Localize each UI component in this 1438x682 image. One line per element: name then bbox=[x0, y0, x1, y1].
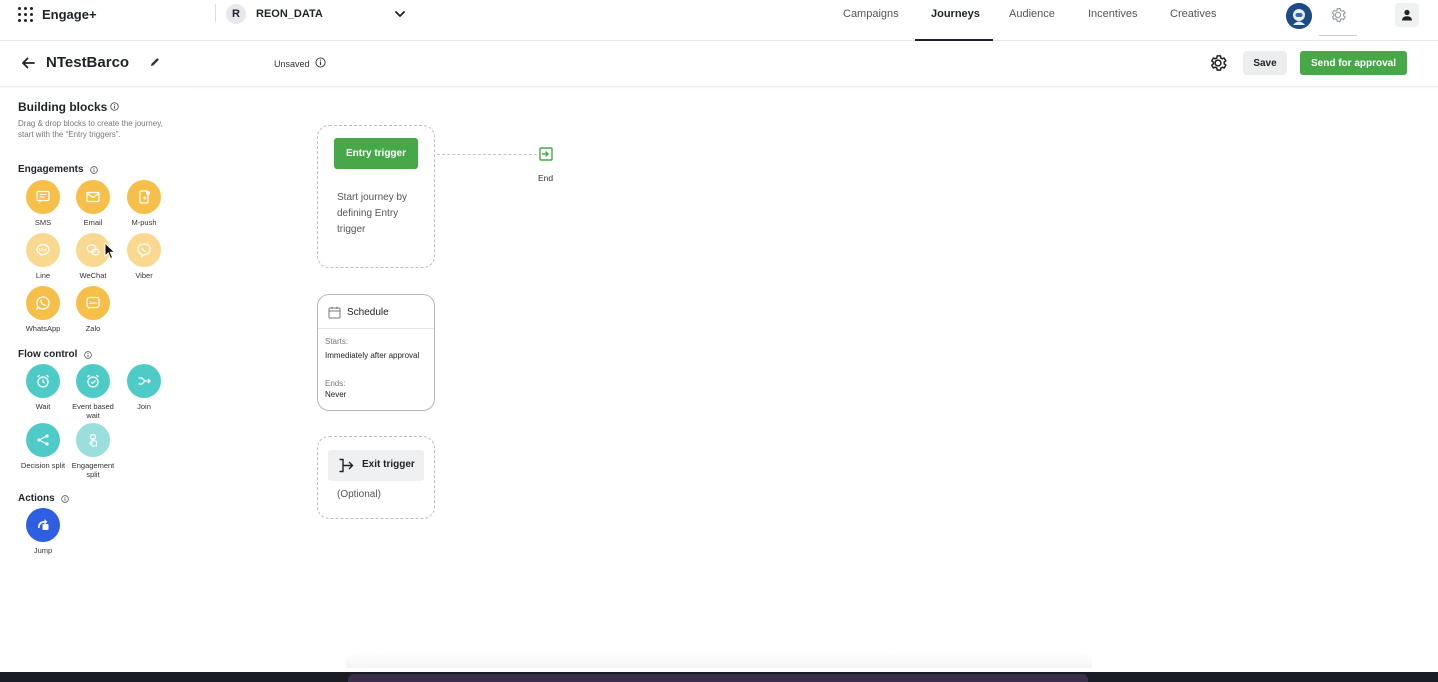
exit-trigger-button[interactable]: Exit trigger bbox=[328, 450, 424, 481]
user-icon bbox=[1402, 9, 1412, 21]
zalo-icon: Zalo bbox=[86, 296, 100, 310]
alarm-clock-icon bbox=[37, 374, 49, 388]
wechat-icon bbox=[86, 244, 100, 256]
block-label: Viber bbox=[135, 271, 153, 280]
app-grid-icon[interactable] bbox=[18, 7, 34, 23]
block-jump[interactable]: Jump bbox=[18, 508, 68, 556]
dock bbox=[348, 674, 1088, 682]
connector-line bbox=[437, 154, 537, 155]
journey-title: NTestBarco bbox=[46, 54, 130, 71]
block-label: Join bbox=[137, 402, 151, 411]
schedule-starts-label: Starts: bbox=[325, 337, 349, 346]
block-label: WeChat bbox=[79, 271, 107, 280]
exit-optional-label: (Optional) bbox=[337, 489, 381, 500]
user-profile-button[interactable] bbox=[1395, 3, 1419, 27]
block-decision-split[interactable]: Decision split bbox=[18, 423, 68, 471]
touch-split-icon bbox=[89, 433, 98, 447]
account-avatar[interactable]: R bbox=[226, 4, 246, 24]
line-icon: LINE bbox=[36, 243, 50, 257]
block-label: Engagement split bbox=[71, 461, 115, 479]
block-line[interactable]: LINE Line bbox=[18, 233, 68, 281]
block-zalo[interactable]: Zalo Zalo bbox=[68, 286, 118, 334]
svg-text:LINE: LINE bbox=[39, 248, 48, 252]
end-exit-icon[interactable] bbox=[538, 146, 554, 162]
join-icon bbox=[138, 377, 151, 385]
block-viber[interactable]: Viber bbox=[119, 233, 169, 281]
mouse-cursor-icon bbox=[104, 242, 116, 260]
panel-title: Building blocks bbox=[18, 100, 108, 114]
block-event-based-wait[interactable]: Event based wait bbox=[68, 364, 118, 420]
info-icon[interactable] bbox=[90, 166, 98, 174]
viber-icon bbox=[137, 243, 151, 258]
block-label: Email bbox=[83, 218, 103, 227]
share-split-icon bbox=[37, 434, 49, 446]
nav-tab-audience[interactable]: Audience bbox=[1009, 8, 1055, 20]
info-icon[interactable] bbox=[84, 351, 92, 359]
email-icon bbox=[86, 191, 100, 203]
svg-text:Zalo: Zalo bbox=[89, 301, 97, 305]
end-label: End bbox=[538, 173, 554, 183]
window-bottom-edge bbox=[0, 668, 1438, 672]
top-navigation-bar: Engage+ R REON_DATA Campaigns Journeys A… bbox=[0, 0, 1438, 41]
save-status: Unsaved bbox=[274, 59, 310, 69]
jump-icon bbox=[38, 519, 49, 530]
block-email[interactable]: Email bbox=[68, 180, 118, 228]
nav-tab-campaigns[interactable]: Campaigns bbox=[843, 8, 899, 20]
send-for-approval-button[interactable]: Send for approval bbox=[1300, 51, 1407, 75]
alarm-event-icon bbox=[87, 374, 99, 388]
divider bbox=[215, 4, 216, 22]
panel-description: Drag & drop blocks to create the journey… bbox=[18, 119, 163, 139]
schedule-header: Schedule bbox=[318, 295, 434, 329]
nav-tab-journeys[interactable]: Journeys bbox=[931, 8, 980, 20]
settings-gear-icon[interactable] bbox=[1329, 6, 1347, 24]
block-label: Zalo bbox=[85, 324, 101, 333]
section-title-flow-control: Flow control bbox=[18, 349, 78, 360]
schedule-ends-value: Never bbox=[325, 390, 347, 399]
nav-tab-incentives[interactable]: Incentives bbox=[1088, 8, 1138, 20]
block-label: Wait bbox=[35, 402, 51, 411]
block-label: Jump bbox=[33, 546, 53, 555]
block-wait[interactable]: Wait bbox=[18, 364, 68, 412]
nav-tab-creatives[interactable]: Creatives bbox=[1170, 8, 1216, 20]
divider bbox=[1319, 35, 1357, 36]
chevron-down-icon[interactable] bbox=[393, 7, 407, 21]
info-icon[interactable] bbox=[61, 495, 69, 503]
mobile-push-icon bbox=[139, 190, 150, 204]
journey-settings-gear-icon[interactable] bbox=[1208, 53, 1228, 73]
block-label: Decision split bbox=[20, 461, 66, 470]
block-label: WhatsApp bbox=[25, 324, 61, 333]
schedule-card[interactable]: Schedule Starts: Immediately after appro… bbox=[317, 294, 435, 411]
block-label: Line bbox=[35, 271, 51, 280]
block-whatsapp[interactable]: WhatsApp bbox=[18, 286, 68, 334]
astronaut-avatar-icon[interactable] bbox=[1286, 3, 1312, 29]
section-title-engagements: Engagements bbox=[18, 164, 84, 175]
exit-trigger-label: Exit trigger bbox=[362, 459, 415, 470]
block-engagement-split[interactable]: Engagement split bbox=[68, 423, 118, 479]
journey-header-bar: NTestBarco Unsaved Save Send for approva… bbox=[0, 41, 1438, 87]
calendar-icon bbox=[328, 306, 341, 319]
sms-icon bbox=[36, 190, 50, 203]
block-label: Event based wait bbox=[72, 402, 114, 420]
brand-name: Engage+ bbox=[42, 7, 97, 22]
schedule-title: Schedule bbox=[347, 307, 389, 318]
save-button[interactable]: Save bbox=[1243, 51, 1287, 75]
block-sms[interactable]: SMS bbox=[18, 180, 68, 228]
info-icon[interactable] bbox=[315, 57, 326, 68]
schedule-ends-label: Ends: bbox=[325, 379, 346, 388]
block-m-push[interactable]: M-push bbox=[119, 180, 169, 228]
whatsapp-icon bbox=[35, 296, 50, 311]
back-arrow-icon[interactable] bbox=[20, 55, 36, 71]
info-icon[interactable] bbox=[110, 102, 119, 111]
block-label: SMS bbox=[34, 218, 52, 227]
entry-trigger-button[interactable]: Entry trigger bbox=[334, 138, 418, 169]
entry-trigger-description: Start journey by defining Entry trigger bbox=[337, 192, 408, 235]
schedule-starts-value: Immediately after approval bbox=[325, 351, 420, 360]
building-blocks-panel: Building blocks Drag & drop blocks to cr… bbox=[0, 88, 188, 668]
block-label: M-push bbox=[131, 218, 157, 227]
section-title-actions: Actions bbox=[18, 493, 55, 504]
edit-pencil-icon[interactable] bbox=[149, 56, 161, 68]
exit-icon bbox=[339, 458, 354, 473]
block-join[interactable]: Join bbox=[119, 364, 169, 412]
account-name[interactable]: REON_DATA bbox=[256, 8, 323, 20]
